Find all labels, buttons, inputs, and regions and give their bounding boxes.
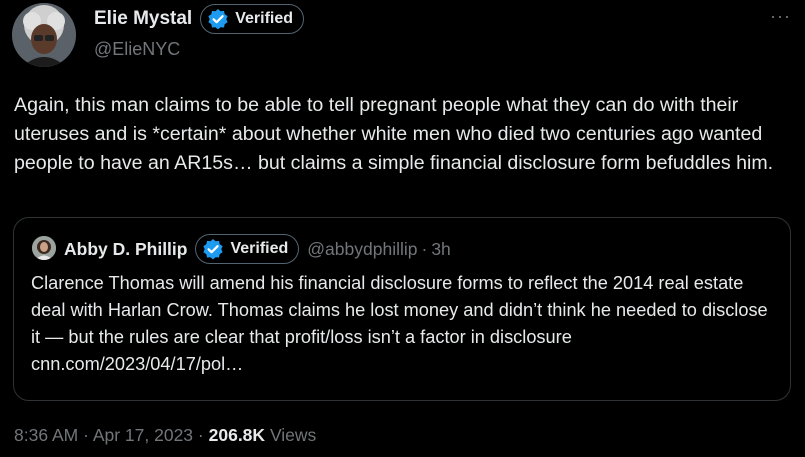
author-handle[interactable]: @ElieNYC [94,39,180,60]
quote-author-handle[interactable]: @abbydphillip [307,239,417,260]
quote-author-avatar[interactable] [32,236,56,260]
verified-label: Verified [235,10,294,27]
tweet-time[interactable]: 8:36 AM [14,425,78,445]
views-label: Views [269,425,317,445]
quote-verified-pill[interactable]: Verified [195,234,300,264]
quoted-tweet[interactable]: Abby D. Phillip Verified @abbydphillip ·… [13,217,791,401]
quote-verified-label: Verified [230,240,289,257]
tweet-meta: 8:36 AM · Apr 17, 2023 · 206.8K Views [14,425,316,446]
tweet-date[interactable]: Apr 17, 2023 [93,425,193,445]
author-display-name[interactable]: Elie Mystal [94,8,192,30]
quote-separator: · [421,238,428,259]
quote-time[interactable]: 3h [431,239,450,260]
quote-text: Clarence Thomas will amend his financial… [31,273,768,374]
verified-badge-icon [208,9,228,30]
meta-separator: · [197,425,204,445]
meta-separator: · [83,425,89,445]
views-count[interactable]: 206.8K [209,425,265,445]
more-options-icon[interactable]: ··· [770,6,791,27]
author-name-row: Elie Mystal Verified [94,4,305,34]
verified-pill[interactable]: Verified [200,4,305,34]
quote-author-name[interactable]: Abby D. Phillip [64,239,187,260]
tweet-text: Again, this man claims to be able to tel… [14,94,774,174]
verified-badge-icon [203,239,224,260]
author-avatar[interactable] [12,3,76,67]
quote-header: Abby D. Phillip Verified @abbydphillip ·… [64,234,451,264]
